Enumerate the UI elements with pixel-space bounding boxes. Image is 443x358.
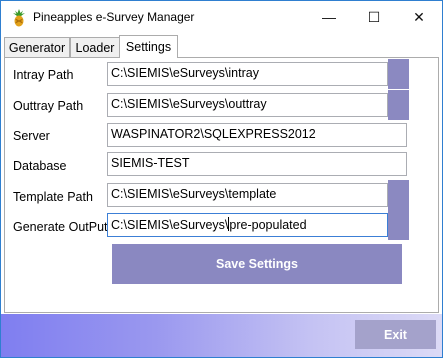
- maximize-icon: ☐: [367, 8, 381, 25]
- footer-bar: Exit: [1, 314, 442, 357]
- close-icon: ✕: [413, 8, 425, 25]
- outtray-path-input[interactable]: C:\SIEMIS\eSurveys\outtray: [107, 93, 388, 117]
- title-bar: Pineapples e-Survey Manager — ☐ ✕: [1, 1, 442, 33]
- tab-generator[interactable]: Generator: [4, 37, 70, 57]
- tab-strip: Generator Loader Settings: [4, 35, 439, 58]
- generate-output-value-end: pre-populated: [229, 218, 307, 232]
- intray-browse-button[interactable]: [388, 59, 409, 89]
- tab-settings[interactable]: Settings: [119, 35, 178, 58]
- app-window: Pineapples e-Survey Manager — ☐ ✕ Genera…: [0, 0, 443, 358]
- outtray-browse-button[interactable]: [388, 90, 409, 120]
- pineapple-icon: [11, 9, 27, 27]
- generate-output-label: Generate OutPut: [13, 220, 108, 234]
- server-input[interactable]: WASPINATOR2\SQLEXPRESS2012: [107, 123, 407, 147]
- generate-output-browse-button[interactable]: [388, 210, 409, 240]
- maximize-button[interactable]: ☐: [351, 1, 397, 33]
- intray-path-input[interactable]: C:\SIEMIS\eSurveys\intray: [107, 62, 388, 86]
- exit-button[interactable]: Exit: [355, 320, 436, 349]
- template-browse-button[interactable]: [388, 180, 409, 210]
- database-label: Database: [13, 159, 67, 173]
- generate-output-input[interactable]: C:\SIEMIS\eSurveys\pre-populated: [107, 213, 388, 237]
- tab-loader[interactable]: Loader: [70, 37, 120, 57]
- window-title: Pineapples e-Survey Manager: [33, 10, 195, 24]
- server-label: Server: [13, 129, 50, 143]
- intray-path-label: Intray Path: [13, 68, 74, 82]
- template-path-label: Template Path: [13, 190, 93, 204]
- minimize-icon: —: [322, 9, 336, 25]
- generate-output-value-start: C:\SIEMIS\eSurveys\: [111, 218, 229, 232]
- outtray-path-label: Outtray Path: [13, 99, 84, 113]
- template-path-input[interactable]: C:\SIEMIS\eSurveys\template: [107, 183, 388, 207]
- database-input[interactable]: SIEMIS-TEST: [107, 152, 407, 176]
- minimize-button[interactable]: —: [306, 1, 352, 33]
- close-button[interactable]: ✕: [396, 1, 442, 33]
- save-settings-button[interactable]: Save Settings: [112, 244, 402, 284]
